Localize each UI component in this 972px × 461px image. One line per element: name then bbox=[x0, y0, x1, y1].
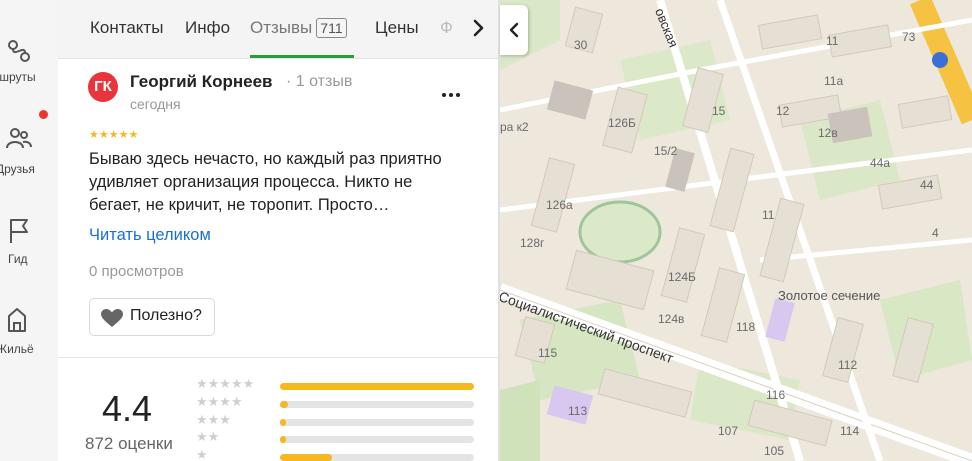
building-number: 44 bbox=[920, 178, 934, 192]
building-number: 44а bbox=[870, 156, 891, 170]
dot-icon bbox=[456, 93, 460, 97]
review-views: 0 просмотров bbox=[89, 263, 184, 280]
rating-distribution-row: ★★★★ bbox=[196, 394, 476, 412]
distribution-stars: ★★ bbox=[196, 429, 220, 444]
collapse-panel-button[interactable] bbox=[500, 5, 528, 55]
building-number: 118 bbox=[736, 320, 756, 334]
distribution-track bbox=[280, 454, 474, 461]
building-number: 12в bbox=[818, 126, 838, 140]
review-stars: ★★★★★ bbox=[89, 129, 139, 141]
active-tab-indicator bbox=[250, 55, 354, 58]
read-more-link[interactable]: Читать целиком bbox=[89, 226, 211, 245]
distribution-fill bbox=[280, 436, 286, 443]
tab-reviews-label: Отзывы bbox=[250, 18, 313, 37]
friends-icon bbox=[6, 128, 32, 149]
sidebar-item-label: Жильё bbox=[0, 342, 34, 356]
rating-distribution-row: ★ bbox=[196, 447, 476, 461]
place-panel: Контакты Инфо Отзывы 711 Цены Ф ГК Георги… bbox=[58, 0, 498, 461]
sidebar-item-label: аршруты bbox=[0, 70, 36, 84]
avatar[interactable]: ГК bbox=[88, 72, 118, 102]
rating-distribution-row: ★★★ bbox=[196, 412, 476, 430]
reviews-count-badge: 711 bbox=[316, 18, 347, 38]
building-number: ра к2 bbox=[500, 120, 529, 134]
useful-label: Полезно? bbox=[130, 307, 202, 324]
tab-contacts[interactable]: Контакты bbox=[90, 18, 163, 38]
tab-reviews[interactable]: Отзывы 711 bbox=[250, 18, 347, 38]
distribution-track bbox=[280, 436, 474, 443]
building-number: 15 bbox=[712, 104, 726, 118]
rating-distribution-row: ★★ bbox=[196, 429, 476, 447]
distribution-stars: ★★★ bbox=[196, 412, 231, 427]
distribution-track bbox=[280, 419, 474, 426]
rating-distribution-row: ★★★★★ bbox=[196, 376, 476, 394]
overall-rating: 4.4 bbox=[102, 388, 153, 429]
poi-label[interactable]: Золотое сечение bbox=[778, 288, 880, 303]
tab-bar: Контакты Инфо Отзывы 711 Цены Ф bbox=[58, 0, 498, 59]
housing-icon bbox=[8, 308, 26, 332]
building-number: 113 bbox=[568, 404, 588, 418]
building-number: 124Б bbox=[668, 270, 696, 284]
distribution-track bbox=[280, 383, 474, 390]
distribution-fill bbox=[280, 383, 474, 390]
building-number: 4 bbox=[932, 226, 939, 240]
building-number: 112 bbox=[838, 358, 858, 372]
building-number: 11а bbox=[824, 74, 844, 88]
chevron-left-icon bbox=[509, 22, 519, 38]
useful-button[interactable]: Полезно? bbox=[89, 298, 215, 336]
notification-dot bbox=[39, 110, 48, 119]
building-number: 128г bbox=[520, 236, 545, 250]
building-number: 73 bbox=[902, 30, 916, 44]
distribution-stars: ★★★★ bbox=[196, 394, 243, 409]
distribution-fill bbox=[280, 454, 333, 461]
distribution-track bbox=[280, 401, 474, 408]
dot-icon bbox=[449, 93, 453, 97]
building-number: 11 bbox=[762, 208, 775, 222]
building-number: 124в bbox=[658, 312, 685, 326]
building-number: 126а bbox=[546, 198, 573, 212]
route-icon bbox=[8, 40, 30, 62]
distribution-fill bbox=[280, 419, 286, 426]
review-author[interactable]: Георгий Корнеев bbox=[130, 72, 272, 92]
flag-icon bbox=[10, 219, 28, 243]
distribution-stars: ★ bbox=[196, 447, 208, 461]
building-number: 15/2 bbox=[654, 144, 678, 158]
left-rail: аршруты Друзья Гид Жильё bbox=[0, 0, 59, 461]
review-date: сегодня bbox=[130, 96, 181, 112]
more-options-button[interactable] bbox=[442, 84, 466, 97]
map-canvas bbox=[500, 0, 972, 461]
divider bbox=[58, 357, 498, 358]
building-number: 11 bbox=[826, 34, 839, 48]
map-view[interactable]: 30 11 73 15 11а 12 12в 126Б 15/2 44а 44 … bbox=[500, 0, 972, 461]
tab-prices[interactable]: Цены bbox=[375, 18, 419, 38]
author-review-count: · 1 отзыв bbox=[286, 73, 353, 90]
building-number: 126Б bbox=[608, 116, 636, 130]
ratings-count: 872 оценки bbox=[85, 434, 173, 453]
building-number: 116 bbox=[766, 388, 786, 402]
building-number: 12 bbox=[776, 104, 790, 118]
building-number: 107 bbox=[718, 424, 739, 438]
heart-icon bbox=[101, 309, 123, 327]
building-number: 30 bbox=[574, 38, 588, 52]
dot-icon bbox=[442, 93, 446, 97]
building-number: 114 bbox=[840, 424, 860, 438]
sidebar-item-label: Друзья bbox=[0, 162, 35, 176]
tab-info[interactable]: Инфо bbox=[185, 18, 230, 38]
review-text: Бываю здесь нечасто, но каждый раз прият… bbox=[89, 150, 442, 214]
distribution-fill bbox=[280, 401, 288, 408]
chevron-right-icon[interactable] bbox=[467, 16, 489, 40]
sidebar-item-label: Гид bbox=[8, 252, 28, 266]
distribution-stars: ★★★★★ bbox=[196, 376, 255, 391]
building-number: 105 bbox=[764, 444, 785, 458]
building-number: 115 bbox=[538, 346, 558, 360]
